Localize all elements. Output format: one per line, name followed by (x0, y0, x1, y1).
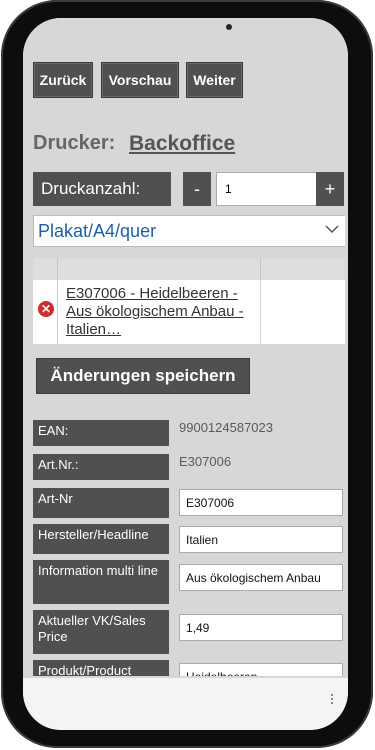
next-button[interactable]: Weiter (186, 62, 243, 98)
sales-price-input[interactable]: 1,49 (179, 614, 343, 641)
format-select-value: Plakat/A4/quer (38, 220, 157, 241)
table-header-cell (58, 258, 261, 280)
field-label-art-nr: Art-Nr (33, 488, 169, 518)
format-select[interactable]: Plakat/A4/quer (33, 215, 345, 247)
more-vertical-icon[interactable] (330, 692, 334, 706)
table-header-cell (261, 258, 345, 280)
printer-label: Drucker: (33, 132, 116, 154)
table-cell (261, 280, 345, 344)
information-input[interactable]: Aus ökologischem Anbau (179, 564, 343, 591)
save-changes-button[interactable]: Änderungen speichern (36, 358, 250, 394)
field-label-product: Produkt/Product ART0 (33, 660, 169, 676)
field-label-artnr: Art.Nr.: (33, 454, 169, 480)
increment-button[interactable]: + (316, 172, 344, 206)
printer-name-link[interactable]: Backoffice (129, 132, 235, 156)
print-count-label: Druckanzahl: (33, 172, 171, 206)
page-content: Zurück Vorschau Weiter Drucker: Backoffi… (33, 62, 345, 676)
product-input[interactable]: Heidelbeeren (179, 663, 343, 676)
item-link[interactable]: E307006 - Heidelbeeren - Aus ökologische… (66, 285, 256, 339)
headline-input[interactable]: Italien (179, 526, 343, 553)
phone-frame: Zurück Vorschau Weiter Drucker: Backoffi… (1, 0, 373, 748)
chevron-down-icon (325, 225, 339, 234)
remove-error-icon[interactable]: ✕ (38, 301, 54, 317)
field-value-ean: 9900124587023 (179, 420, 273, 435)
field-label-ean: EAN: (33, 420, 169, 446)
field-value-artnr: E307006 (179, 454, 232, 469)
field-label-sales-price: Aktueller VK/Sales Price (33, 610, 169, 654)
preview-button[interactable]: Vorschau (101, 62, 179, 98)
table-header-cell (33, 258, 58, 280)
art-nr-input[interactable]: E307006 (179, 489, 343, 516)
field-label-headline: Hersteller/Headline (33, 524, 169, 554)
screen: Zurück Vorschau Weiter Drucker: Backoffi… (23, 18, 348, 730)
status-bar (23, 18, 348, 62)
decrement-button[interactable]: - (183, 172, 211, 206)
back-button[interactable]: Zurück (33, 62, 93, 98)
camera-icon (226, 24, 232, 30)
bottom-bar (23, 678, 348, 730)
field-label-information: Information multi line (33, 560, 169, 604)
items-table: ✕ E307006 - Heidelbeeren - Aus ökologisc… (33, 258, 345, 344)
